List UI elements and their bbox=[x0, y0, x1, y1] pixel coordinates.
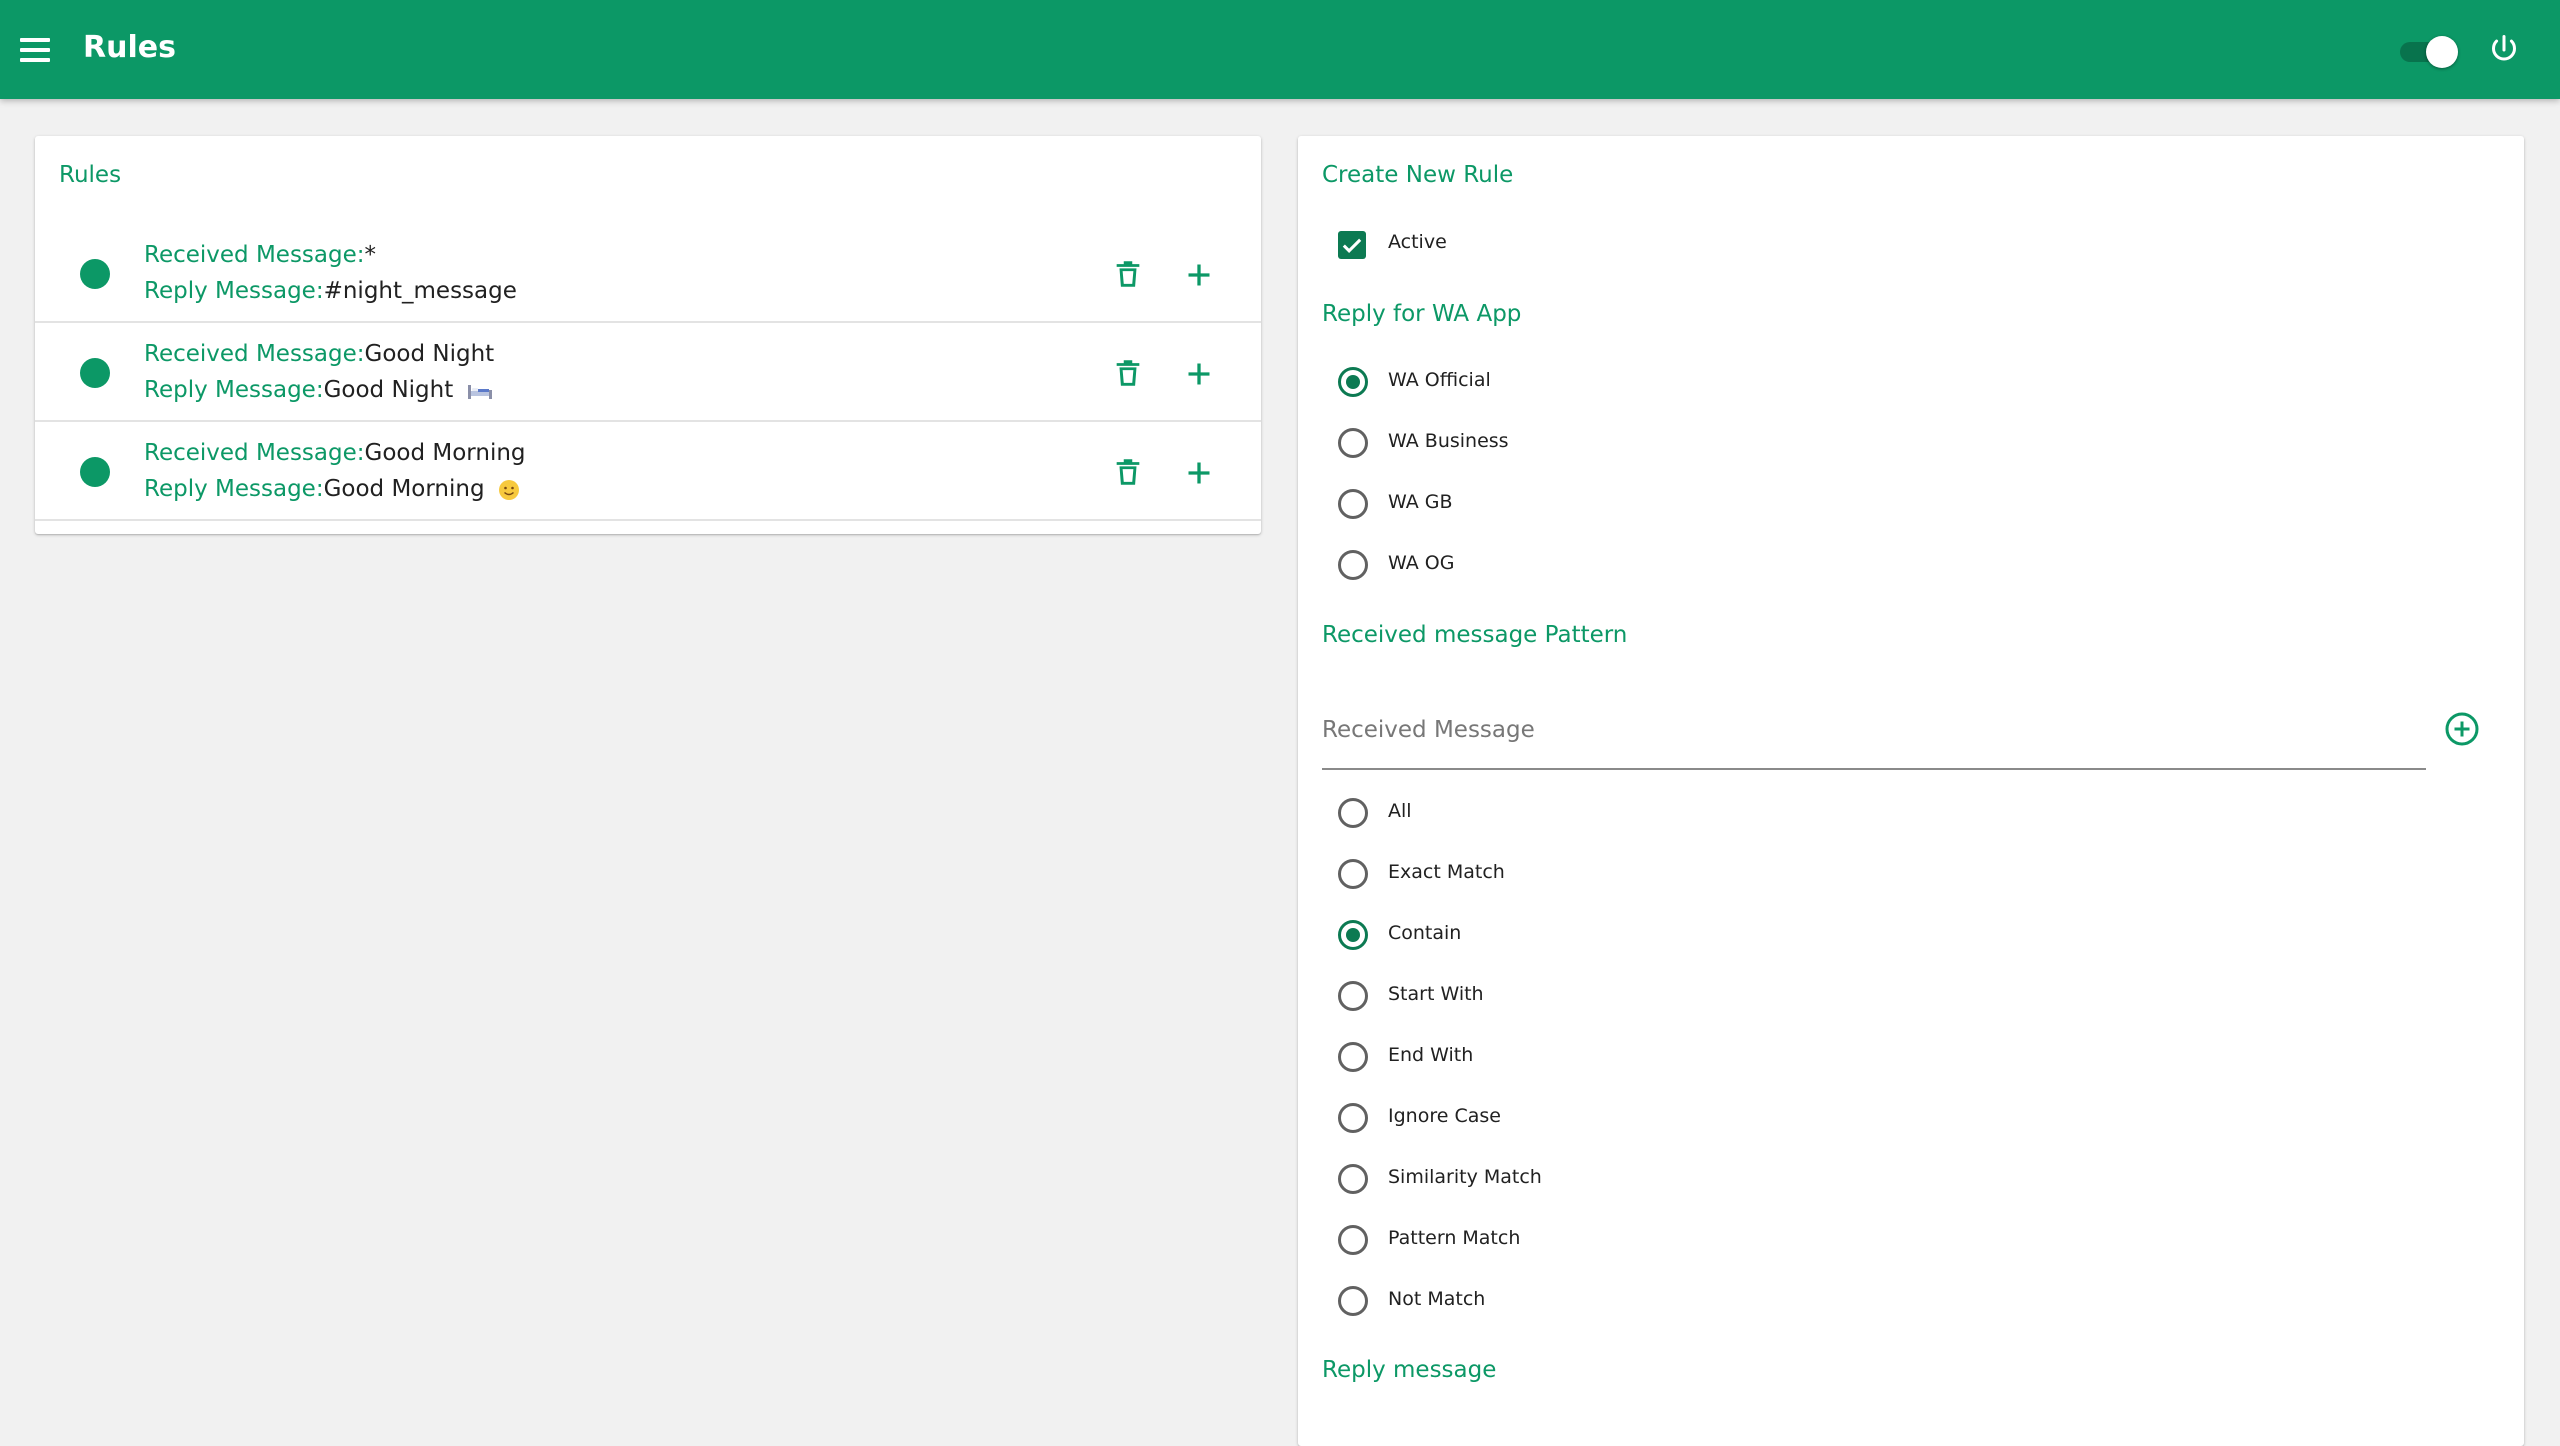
received-value: Good Morning bbox=[364, 440, 526, 466]
add-circle-icon[interactable] bbox=[2444, 711, 2480, 747]
radio-button[interactable] bbox=[1338, 920, 1368, 950]
power-icon[interactable] bbox=[2486, 32, 2522, 68]
check-icon bbox=[1342, 238, 1362, 253]
radio-label: Not Match bbox=[1388, 1288, 1486, 1310]
received-label: Received Message: bbox=[144, 440, 365, 466]
rule-status-dot bbox=[80, 358, 110, 388]
page-title: Rules bbox=[83, 30, 176, 65]
radio-label: WA Business bbox=[1388, 430, 1509, 452]
radio-button[interactable] bbox=[1338, 550, 1368, 580]
radio-button[interactable] bbox=[1338, 798, 1368, 828]
reply-message-heading: Reply message bbox=[1322, 1357, 1497, 1383]
rules-card-title: Rules bbox=[59, 162, 122, 188]
rule-row[interactable]: Received Message:Good Night Reply Messag… bbox=[35, 323, 1261, 422]
radio-button[interactable] bbox=[1338, 1042, 1368, 1072]
radio-label: Pattern Match bbox=[1388, 1227, 1521, 1249]
service-toggle[interactable] bbox=[2396, 34, 2458, 68]
delete-icon[interactable] bbox=[1111, 455, 1145, 489]
radio-button[interactable] bbox=[1338, 489, 1368, 519]
radio-button[interactable] bbox=[1338, 367, 1368, 397]
radio-label: Exact Match bbox=[1388, 861, 1505, 883]
add-icon[interactable] bbox=[1181, 455, 1217, 491]
checkbox-checked[interactable] bbox=[1338, 231, 1366, 259]
rules-card: Rules Received Message:* Reply Message:#… bbox=[35, 136, 1261, 534]
radio-label: WA OG bbox=[1388, 552, 1455, 574]
rule-status-dot bbox=[80, 259, 110, 289]
radio-button[interactable] bbox=[1338, 428, 1368, 458]
reply-value: Good Night bbox=[323, 377, 454, 403]
add-icon[interactable] bbox=[1181, 356, 1217, 392]
radio-label: End With bbox=[1388, 1044, 1474, 1066]
create-rule-title: Create New Rule bbox=[1322, 162, 1514, 188]
reply-value: #night_message bbox=[323, 278, 517, 304]
radio-label: Ignore Case bbox=[1388, 1105, 1501, 1127]
reply-label: Reply Message: bbox=[144, 377, 324, 403]
radio-label: Contain bbox=[1388, 922, 1462, 944]
radio-label: WA GB bbox=[1388, 491, 1453, 513]
rule-status-dot bbox=[80, 457, 110, 487]
reply-value: Good Morning bbox=[323, 476, 485, 502]
delete-icon[interactable] bbox=[1111, 257, 1145, 291]
pattern-heading: Received message Pattern bbox=[1322, 622, 1628, 648]
smiling-face-emoji-icon bbox=[498, 479, 519, 500]
radio-label: Similarity Match bbox=[1388, 1166, 1542, 1188]
radio-label: Start With bbox=[1388, 983, 1484, 1005]
radio-label: All bbox=[1388, 800, 1412, 822]
radio-button[interactable] bbox=[1338, 859, 1368, 889]
radio-button[interactable] bbox=[1338, 981, 1368, 1011]
received-message-input[interactable] bbox=[1322, 710, 2422, 750]
received-label: Received Message: bbox=[144, 242, 365, 268]
reply-label: Reply Message: bbox=[144, 476, 324, 502]
wa-app-heading: Reply for WA App bbox=[1322, 301, 1522, 327]
received-value: * bbox=[364, 242, 377, 268]
radio-button[interactable] bbox=[1338, 1286, 1368, 1316]
received-label: Received Message: bbox=[144, 341, 365, 367]
create-rule-card bbox=[1298, 136, 2524, 1446]
menu-icon[interactable] bbox=[20, 38, 50, 62]
radio-button[interactable] bbox=[1338, 1164, 1368, 1194]
add-icon[interactable] bbox=[1181, 257, 1217, 293]
received-message-field[interactable] bbox=[1322, 700, 2426, 770]
rule-row[interactable]: Received Message:* Reply Message:#night_… bbox=[35, 224, 1261, 323]
radio-button[interactable] bbox=[1338, 1103, 1368, 1133]
active-label: Active bbox=[1388, 231, 1447, 253]
delete-icon[interactable] bbox=[1111, 356, 1145, 390]
received-value: Good Night bbox=[364, 341, 495, 367]
radio-label: WA Official bbox=[1388, 369, 1491, 391]
radio-button[interactable] bbox=[1338, 1225, 1368, 1255]
reply-label: Reply Message: bbox=[144, 278, 324, 304]
rule-row[interactable]: Received Message:Good Morning Reply Mess… bbox=[35, 422, 1261, 521]
app-bar: Rules bbox=[0, 0, 2560, 99]
bed-emoji-icon bbox=[467, 384, 492, 399]
